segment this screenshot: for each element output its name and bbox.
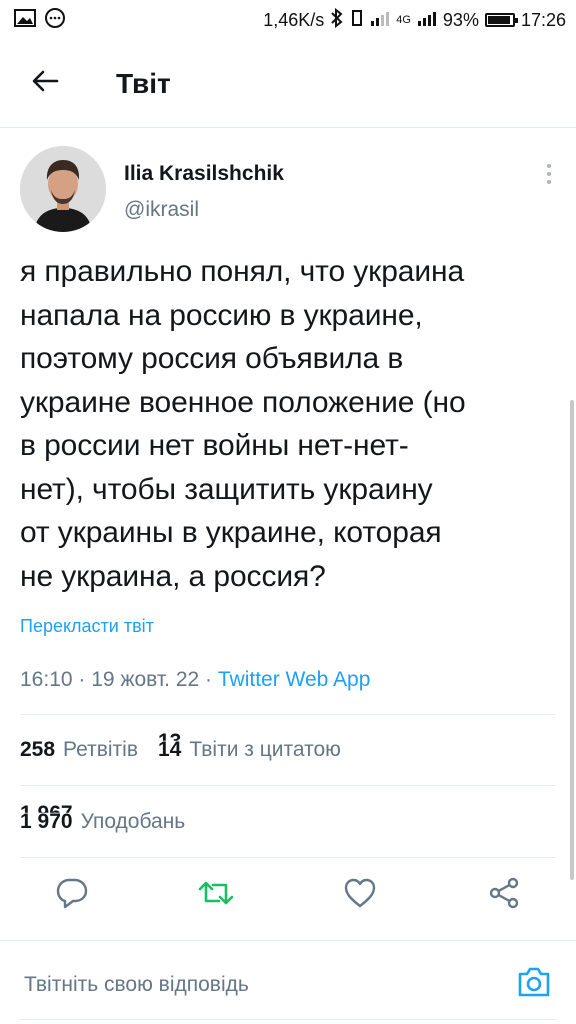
quotes-count-wrap: 14 13 [158, 730, 182, 762]
camera-button[interactable] [516, 965, 556, 1005]
tweet-author: Ilia Krasilshchik @ikrasil [20, 146, 556, 238]
author-handle[interactable]: @ikrasil [124, 198, 199, 222]
status-right: 1,46K/s 4G 93% 17:26 [263, 7, 566, 33]
scrollbar[interactable] [570, 400, 574, 880]
divider [20, 785, 556, 786]
tweet-line: напала на россию в украине, [20, 298, 423, 332]
network-speed: 1,46K/s [263, 9, 325, 30]
arrow-left-icon [31, 69, 59, 98]
camera-icon [516, 967, 552, 1003]
meta-separator: · [78, 668, 86, 691]
reply-underline [20, 1019, 556, 1020]
reply-button[interactable] [52, 875, 92, 915]
tweet-date: 19 жовт. 22 [91, 668, 200, 691]
clock: 17:26 [520, 9, 566, 30]
retweet-button[interactable] [196, 875, 236, 915]
tweet-line: поэтому россия объявила в [20, 342, 404, 375]
gallery-icon [14, 8, 36, 32]
signal-icon-2 [417, 10, 437, 31]
retweet-icon [197, 877, 235, 914]
page-title: Твіт [116, 67, 171, 99]
tweet-line: нет), чтобы защитить украину [20, 472, 433, 506]
tweet-line: от украины в украине, которая [20, 516, 442, 549]
signal-icon [370, 10, 390, 31]
likes-stat[interactable]: 1 970 1 967 Уподобань [20, 802, 186, 834]
tweet-text: я правильно понял, что украина напала на… [20, 250, 560, 598]
bluetooth-icon [330, 7, 344, 33]
share-icon [487, 876, 521, 915]
divider [20, 714, 556, 715]
likes-label: Уподобань [80, 810, 186, 833]
avatar[interactable] [20, 146, 106, 232]
chat-icon [44, 7, 66, 34]
tweet-time: 16:10 [20, 668, 73, 691]
top-bar: Твіт [0, 40, 576, 128]
like-stats: 1 970 1 967 Уподобань [20, 802, 186, 834]
reply-icon [55, 877, 89, 914]
more-options-button[interactable] [542, 162, 556, 186]
author-name[interactable]: Ilia Krasilshchik [124, 162, 284, 186]
back-button[interactable] [0, 40, 90, 128]
quotes-stat[interactable]: 14 13 Твіти з цитатою [158, 730, 341, 762]
status-left [14, 7, 66, 34]
tweet-line: не украина, а россия? [20, 559, 326, 593]
like-button[interactable] [340, 875, 380, 915]
vibrate-icon [350, 9, 364, 32]
meta-separator: · [205, 668, 213, 691]
likes-count-wrap: 1 970 1 967 [20, 802, 73, 834]
tweet-line: я правильно понял, что украина [20, 255, 465, 288]
battery-icon [484, 13, 518, 27]
quotes-count: 14 [158, 738, 182, 761]
tweet-line: в россии нет войны нет-нет- [20, 429, 409, 462]
reply-composer: Твітніть свою відповідь [0, 940, 576, 1024]
reply-input[interactable]: Твітніть свою відповідь [24, 973, 249, 997]
tweet-actions [0, 865, 576, 925]
retweets-label: Ретвітів [63, 738, 138, 761]
retweet-stats: 258 Ретвітів 14 13 Твіти з цитатою [20, 730, 341, 762]
more-vertical-icon [542, 164, 556, 190]
tweet-meta: 16:10 · 19 жовт. 22 · Twitter Web App [20, 668, 370, 692]
tweet-source-link[interactable]: Twitter Web App [218, 668, 371, 691]
likes-count: 1 970 [20, 810, 73, 833]
network-type: 4G [396, 14, 411, 26]
share-button[interactable] [484, 875, 524, 915]
translate-tweet-link[interactable]: Перекласти твіт [20, 616, 154, 637]
heart-icon [343, 877, 377, 914]
tweet-line: украине военное положение (но [20, 385, 466, 419]
divider [20, 857, 556, 858]
quotes-label: Твіти з цитатою [189, 738, 341, 761]
retweets-stat[interactable]: 258 Ретвітів [20, 738, 138, 762]
status-bar: 1,46K/s 4G 93% 17:26 [0, 0, 576, 40]
retweets-count: 258 [20, 738, 56, 761]
battery-percent: 93% [442, 9, 479, 30]
